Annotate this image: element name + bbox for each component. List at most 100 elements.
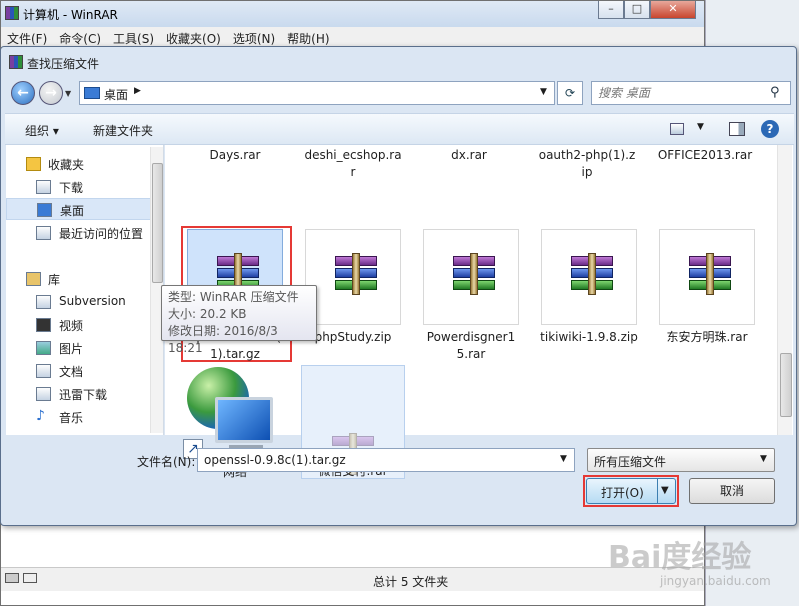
menu-favorites[interactable]: 收藏夹(O) xyxy=(160,27,227,47)
winrar-app-icon xyxy=(9,55,23,69)
open-button-label: 打开(O) xyxy=(601,486,644,500)
video-icon xyxy=(36,318,51,332)
menu-command[interactable]: 命令(C) xyxy=(53,27,107,47)
maximize-button[interactable]: □ xyxy=(624,1,650,19)
tooltip-date: 修改日期: 2016/8/3 18:21 xyxy=(168,324,278,355)
watermark-logo: Bai度经验 xyxy=(608,540,752,575)
command-bar: 组织 ▾ 新建文件夹 ▼ ? xyxy=(5,113,794,145)
archive-thumbnail xyxy=(305,229,401,325)
nav-subversion[interactable]: Subversion xyxy=(6,291,152,313)
file-item-days[interactable]: Days.rar xyxy=(175,147,295,164)
key-icon xyxy=(23,573,37,583)
filetype-select[interactable]: 所有压缩文件 ▼ xyxy=(587,448,775,472)
file-label: Powerdisgner1 5.rar xyxy=(426,330,516,361)
menu-help[interactable]: 帮助(H) xyxy=(281,27,335,47)
file-item-office2013[interactable]: OFFICE2013.rar xyxy=(645,147,765,164)
file-item-deshi-ecshop[interactable]: deshi_ecshop.ra r xyxy=(293,147,413,181)
split-divider xyxy=(657,479,658,503)
nav-recent-places[interactable]: 最近访问的位置 xyxy=(6,222,152,244)
library-icon xyxy=(26,272,41,286)
winrar-archive-icon xyxy=(335,253,377,295)
nav-favorites[interactable]: 收藏夹 xyxy=(6,153,152,175)
view-options-icon[interactable] xyxy=(670,123,684,135)
navigation-pane: 收藏夹 下载 桌面 最近访问的位置 库 Subversion 视频 图片 文档 … xyxy=(6,145,164,435)
filename-field[interactable]: openssl-0.9.8c(1).tar.gz ▼ xyxy=(197,448,575,472)
folder-icon xyxy=(36,387,51,401)
nav-desktop[interactable]: 桌面 xyxy=(6,198,152,220)
refresh-button[interactable]: ⟳ xyxy=(557,81,583,105)
nav-thunder-downloads[interactable]: 迅雷下载 xyxy=(6,383,152,405)
file-label: 东安方明珠.rar xyxy=(666,330,748,344)
watermark-url: jingyan.baidu.com xyxy=(660,574,771,588)
file-item-dongan[interactable]: 东安方明珠.rar xyxy=(654,229,755,349)
nav-music[interactable]: ♪ 音乐 xyxy=(6,406,152,428)
open-dropdown-icon[interactable]: ▼ xyxy=(661,485,669,496)
forward-button[interactable]: → xyxy=(39,81,63,105)
dialog-title: 查找压缩文件 xyxy=(27,57,100,71)
winrar-title: 计算机 - WinRAR xyxy=(23,8,118,22)
picture-icon xyxy=(36,341,51,355)
nav-downloads[interactable]: 下载 xyxy=(6,176,152,198)
document-icon xyxy=(36,364,51,378)
search-input[interactable] xyxy=(598,85,768,101)
star-icon xyxy=(26,157,41,171)
winrar-app-icon xyxy=(5,6,19,20)
menu-tools[interactable]: 工具(S) xyxy=(107,27,160,47)
desktop-icon xyxy=(37,203,52,217)
address-dropdown-icon[interactable]: ▼ xyxy=(540,87,547,97)
file-item-powerdisgner[interactable]: Powerdisgner1 5.rar xyxy=(418,229,519,361)
winrar-status-bar: 总计 5 文件夹 xyxy=(1,567,704,591)
tooltip-type: 类型: WinRAR 压缩文件 xyxy=(168,290,299,304)
file-tooltip: 类型: WinRAR 压缩文件 大小: 20.2 KB 修改日期: 2016/8… xyxy=(161,285,317,355)
cancel-button[interactable]: 取消 xyxy=(689,478,775,504)
minimize-button[interactable]: – xyxy=(598,1,624,19)
monitor-icon xyxy=(215,397,273,443)
drive-icon xyxy=(5,573,19,583)
search-icon[interactable]: ⚲ xyxy=(770,85,780,100)
nav-scroll-thumb[interactable] xyxy=(152,163,163,283)
menu-options[interactable]: 选项(N) xyxy=(227,27,281,47)
address-bar[interactable]: 桌面 ▶ ▼ xyxy=(79,81,555,105)
file-label: tikiwiki-1.9.8.zip xyxy=(540,330,638,344)
winrar-archive-icon xyxy=(571,253,613,295)
file-list-scrollbar[interactable] xyxy=(777,145,792,435)
menu-file[interactable]: 文件(F) xyxy=(1,27,53,47)
nav-documents[interactable]: 文档 xyxy=(6,360,152,382)
help-icon[interactable]: ? xyxy=(761,120,779,138)
file-item-dx[interactable]: dx.rar xyxy=(409,147,529,164)
filename-value[interactable]: openssl-0.9.8c(1).tar.gz xyxy=(204,453,346,467)
recent-places-icon xyxy=(36,226,51,240)
archive-thumbnail xyxy=(659,229,755,325)
filename-dropdown-icon[interactable]: ▼ xyxy=(560,454,567,464)
open-button[interactable]: 打开(O) ▼ xyxy=(586,478,676,504)
file-list-scroll-thumb[interactable] xyxy=(780,353,792,417)
breadcrumb-arrow-icon[interactable]: ▶ xyxy=(134,86,141,96)
file-item-tikiwiki[interactable]: tikiwiki-1.9.8.zip xyxy=(536,229,638,349)
back-button[interactable]: ← xyxy=(11,81,35,105)
winrar-archive-icon xyxy=(453,253,495,295)
folder-icon xyxy=(36,295,51,309)
nav-videos[interactable]: 视频 xyxy=(6,314,152,336)
filetype-value: 所有压缩文件 xyxy=(594,455,667,469)
winrar-title-bar: 计算机 - WinRAR – □ ✕ xyxy=(1,1,704,27)
close-button[interactable]: ✕ xyxy=(650,1,696,19)
preview-pane-icon[interactable] xyxy=(729,122,745,136)
view-dropdown-icon[interactable]: ▼ xyxy=(697,122,704,132)
nav-pictures[interactable]: 图片 xyxy=(6,337,152,359)
nav-libraries[interactable]: 库 xyxy=(6,268,152,290)
search-box[interactable]: ⚲ xyxy=(591,81,791,105)
download-folder-icon xyxy=(36,180,51,194)
tooltip-size: 大小: 20.2 KB xyxy=(168,307,247,321)
open-archive-dialog: 查找压缩文件 ← → ▼ 桌面 ▶ ▼ ⟳ ⚲ 组织 ▾ 新建文件夹 ▼ ? 收… xyxy=(0,46,797,526)
archive-thumbnail xyxy=(423,229,519,325)
filename-label: 文件名(N): xyxy=(137,455,196,469)
organize-button[interactable]: 组织 ▾ xyxy=(25,122,59,139)
history-dropdown-icon[interactable]: ▼ xyxy=(65,89,71,98)
winrar-status-text: 总计 5 文件夹 xyxy=(373,575,449,589)
filetype-dropdown-icon[interactable]: ▼ xyxy=(760,454,767,464)
desktop-icon xyxy=(84,87,100,99)
address-text: 桌面 xyxy=(104,88,129,102)
file-item-oauth2-php[interactable]: oauth2-php(1).z ip xyxy=(527,147,647,181)
music-icon: ♪ xyxy=(36,409,51,424)
new-folder-button[interactable]: 新建文件夹 xyxy=(93,122,153,139)
